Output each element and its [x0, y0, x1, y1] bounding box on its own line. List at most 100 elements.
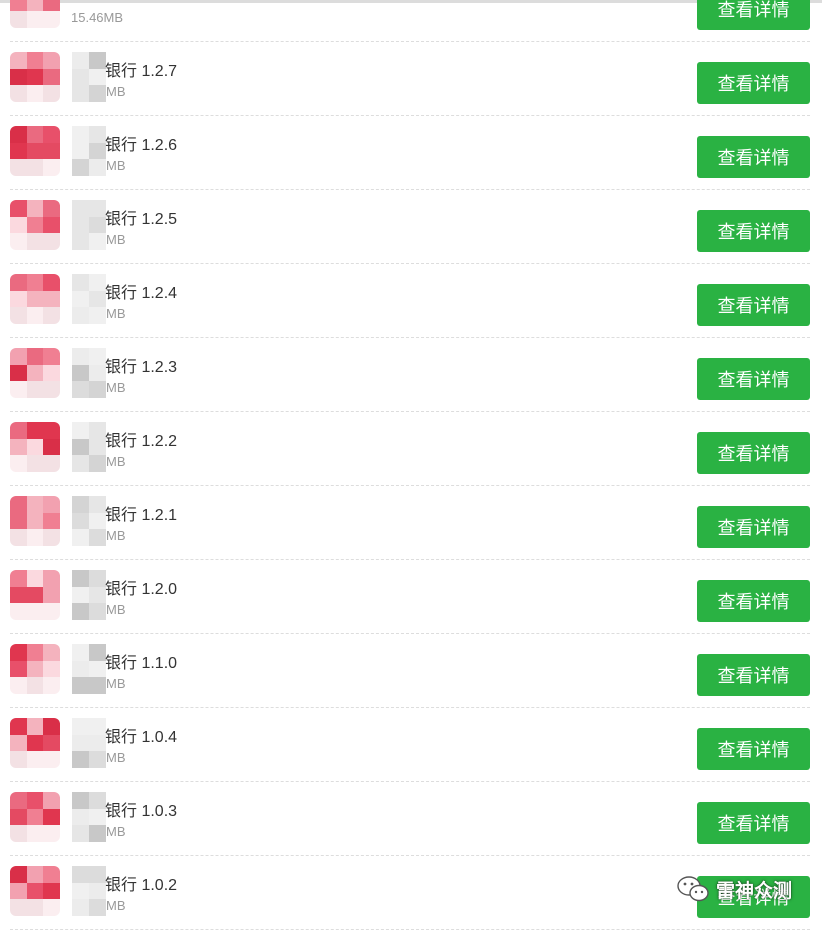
mosaic-cell [43, 438, 60, 456]
mosaic-cell [89, 422, 106, 439]
mosaic-cell [10, 85, 27, 102]
mosaic-cell [43, 422, 60, 439]
list-item: 银行 1.0.4 MB 查看详情 [10, 708, 810, 782]
view-details-button[interactable]: 查看详情 [697, 506, 810, 548]
mosaic-cell [43, 364, 60, 382]
view-details-button[interactable]: 查看详情 [697, 358, 810, 400]
mosaic-cell [26, 792, 44, 809]
view-details-button[interactable]: 查看详情 [697, 580, 810, 622]
view-details-button[interactable]: 查看详情 [697, 210, 810, 252]
mosaic-cell [72, 734, 89, 752]
mosaic-cell [72, 381, 89, 398]
mosaic-cell [72, 274, 89, 291]
mosaic-cell [89, 660, 106, 678]
mosaic-cell [10, 718, 27, 735]
blurred-name [72, 496, 106, 546]
mosaic-cell [26, 808, 44, 826]
mosaic-cell [72, 290, 89, 308]
mosaic-cell [43, 882, 60, 900]
mosaic-cell [26, 364, 44, 382]
mosaic-cell [43, 11, 60, 28]
mosaic-cell [43, 68, 60, 86]
app-size: MB [106, 84, 126, 99]
mosaic-cell [10, 68, 27, 86]
mosaic-cell [10, 0, 27, 12]
mosaic-cell [72, 364, 89, 382]
mosaic-cell [10, 455, 27, 472]
app-icon [10, 0, 60, 28]
app-title: 银行 1.2.5 [105, 211, 178, 228]
view-details-button[interactable]: 查看详情 [697, 802, 810, 844]
app-icon [10, 570, 60, 620]
mosaic-cell [72, 866, 89, 883]
mosaic-cell [10, 825, 27, 842]
mosaic-cell [72, 307, 89, 324]
mosaic-cell [89, 455, 106, 472]
mosaic-cell [10, 381, 27, 398]
view-details-button[interactable]: 查看详情 [697, 728, 810, 770]
mosaic-cell [89, 126, 106, 143]
view-details-button[interactable]: 查看详情 [697, 0, 810, 30]
mosaic-cell [43, 496, 60, 513]
mosaic-cell [26, 290, 44, 308]
mosaic-cell [26, 734, 44, 752]
mosaic-cell [26, 899, 44, 916]
mosaic-cell [43, 216, 60, 234]
view-details-button[interactable]: 查看详情 [697, 654, 810, 696]
mosaic-cell [10, 866, 27, 883]
view-details-button[interactable]: 查看详情 [697, 432, 810, 474]
mosaic-cell [72, 586, 89, 604]
list-item: 银行 1.2.1 MB 查看详情 [10, 486, 810, 560]
mosaic-cell [26, 348, 44, 365]
view-details-button[interactable]: 查看详情 [697, 284, 810, 326]
list-item: 银行 1.2.6 MB 查看详情 [10, 116, 810, 190]
mosaic-cell [89, 381, 106, 398]
mosaic-cell [26, 644, 44, 661]
mosaic-cell [43, 512, 60, 530]
app-size: 15.46MB [71, 10, 124, 25]
mosaic-cell [10, 216, 27, 234]
mosaic-cell [26, 68, 44, 86]
mosaic-cell [89, 290, 106, 308]
mosaic-cell [26, 751, 44, 768]
mosaic-cell [89, 216, 106, 234]
mosaic-cell [10, 290, 27, 308]
wechat-icon [676, 874, 710, 904]
mosaic-cell [89, 792, 106, 809]
app-title: 银行 1.2.4 [105, 285, 178, 302]
mosaic-cell [43, 603, 60, 620]
mosaic-cell [10, 438, 27, 456]
mosaic-cell [89, 68, 106, 86]
mosaic-cell [89, 159, 106, 176]
blurred-name [72, 274, 106, 324]
app-size: MB [106, 380, 126, 395]
app-size: MB [106, 528, 126, 543]
app-icon [10, 866, 60, 916]
mosaic-cell [89, 808, 106, 826]
mosaic-cell [72, 660, 89, 678]
blurred-name [72, 792, 106, 842]
mosaic-cell [10, 512, 27, 530]
list-item: 银行 1.1.0 MB 查看详情 [10, 634, 810, 708]
mosaic-cell [89, 348, 106, 365]
mosaic-cell [10, 882, 27, 900]
list-item: 银行 1.2.7 MB 查看详情 [10, 42, 810, 116]
app-size: MB [106, 676, 126, 691]
app-version-list: 15.46MB 查看详情 银行 1.2.7 MB 查看详情 银行 1.2.6 M… [0, 0, 822, 930]
watermark-text: 雷神众测 [716, 880, 793, 902]
mosaic-cell [43, 825, 60, 842]
list-item: 银行 1.2.0 MB 查看详情 [10, 560, 810, 634]
mosaic-cell [26, 660, 44, 678]
mosaic-cell [89, 644, 106, 661]
app-title: 银行 1.2.6 [105, 137, 178, 154]
view-details-button[interactable]: 查看详情 [697, 62, 810, 104]
mosaic-cell [43, 307, 60, 324]
mosaic-cell [43, 792, 60, 809]
mosaic-cell [10, 603, 27, 620]
mosaic-cell [89, 200, 106, 217]
mosaic-cell [72, 52, 89, 69]
mosaic-cell [89, 734, 106, 752]
app-title: 银行 1.0.4 [105, 729, 178, 746]
view-details-button[interactable]: 查看详情 [697, 136, 810, 178]
mosaic-cell [26, 570, 44, 587]
